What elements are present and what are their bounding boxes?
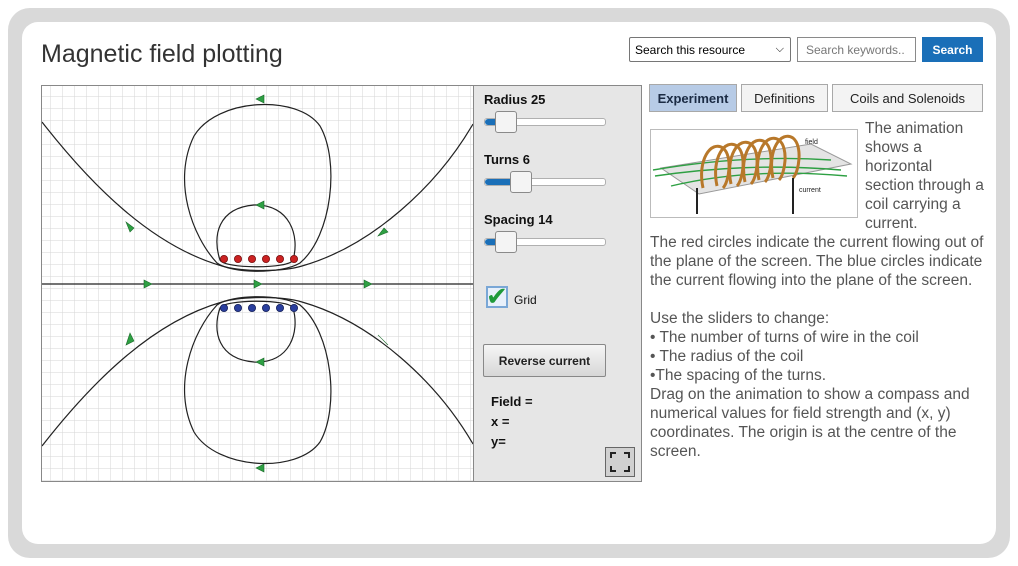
bullet-turns: • The number of turns of wire in the coi… bbox=[650, 329, 919, 346]
turns-label: Turns 6 bbox=[484, 152, 530, 167]
turns-slider-handle[interactable] bbox=[509, 171, 532, 193]
field-plot-canvas[interactable] bbox=[41, 85, 474, 482]
search-input[interactable] bbox=[797, 37, 916, 62]
grid-label: Grid bbox=[514, 293, 537, 307]
current-in-marker bbox=[247, 303, 256, 312]
sliders-intro: Use the sliders to change: bbox=[650, 310, 830, 327]
tab-coils-and-solenoids[interactable]: Coils and Solenoids bbox=[832, 84, 983, 112]
spacing-slider-handle[interactable] bbox=[495, 231, 518, 253]
current-in-marker bbox=[233, 303, 242, 312]
current-in-marker bbox=[275, 303, 284, 312]
circles-paragraph: The red circles indicate the current flo… bbox=[650, 234, 984, 289]
radius-slider[interactable] bbox=[484, 111, 606, 133]
bullet-radius: • The radius of the coil bbox=[650, 348, 804, 365]
field-readout: Field = bbox=[491, 394, 533, 409]
experiment-description: The animation shows a horizontal section… bbox=[650, 119, 985, 461]
current-out-marker bbox=[275, 254, 284, 263]
chevron-down-icon: ⌵ bbox=[775, 43, 784, 55]
y-readout: y= bbox=[491, 434, 506, 449]
controls-panel: Radius 25 Turns 6 Spacing 14 ✔ Grid Reve… bbox=[474, 85, 642, 482]
fullscreen-icon bbox=[610, 452, 630, 472]
search-button[interactable]: Search bbox=[922, 37, 983, 62]
x-readout: x = bbox=[491, 414, 510, 429]
spacing-slider[interactable] bbox=[484, 231, 606, 253]
tab-definitions[interactable]: Definitions bbox=[741, 84, 828, 112]
current-out-marker bbox=[261, 254, 270, 263]
current-in-marker bbox=[289, 303, 298, 312]
spacing-label: Spacing 14 bbox=[484, 212, 553, 227]
current-in-marker bbox=[261, 303, 270, 312]
reverse-current-button[interactable]: Reverse current bbox=[483, 344, 606, 377]
checkmark-icon: ✔ bbox=[486, 282, 508, 312]
current-out-marker bbox=[247, 254, 256, 263]
page-title: Magnetic field plotting bbox=[41, 40, 283, 68]
radius-label: Radius 25 bbox=[484, 92, 546, 107]
fullscreen-button[interactable] bbox=[605, 447, 635, 477]
current-out-marker bbox=[289, 254, 298, 263]
bullet-spacing: •The spacing of the turns. bbox=[650, 367, 827, 384]
search-scope-value: Search this resource bbox=[635, 42, 746, 57]
search-scope-select[interactable]: Search this resource ⌵ bbox=[629, 37, 791, 62]
drag-paragraph: Drag on the animation to show a compass … bbox=[650, 386, 970, 460]
current-out-marker bbox=[233, 254, 242, 263]
turns-slider[interactable] bbox=[484, 171, 606, 193]
grid-checkbox[interactable]: ✔ bbox=[486, 282, 508, 312]
current-out-marker bbox=[219, 254, 228, 263]
current-in-marker bbox=[219, 303, 228, 312]
radius-slider-handle[interactable] bbox=[495, 111, 518, 133]
tab-experiment[interactable]: Experiment bbox=[649, 84, 737, 112]
